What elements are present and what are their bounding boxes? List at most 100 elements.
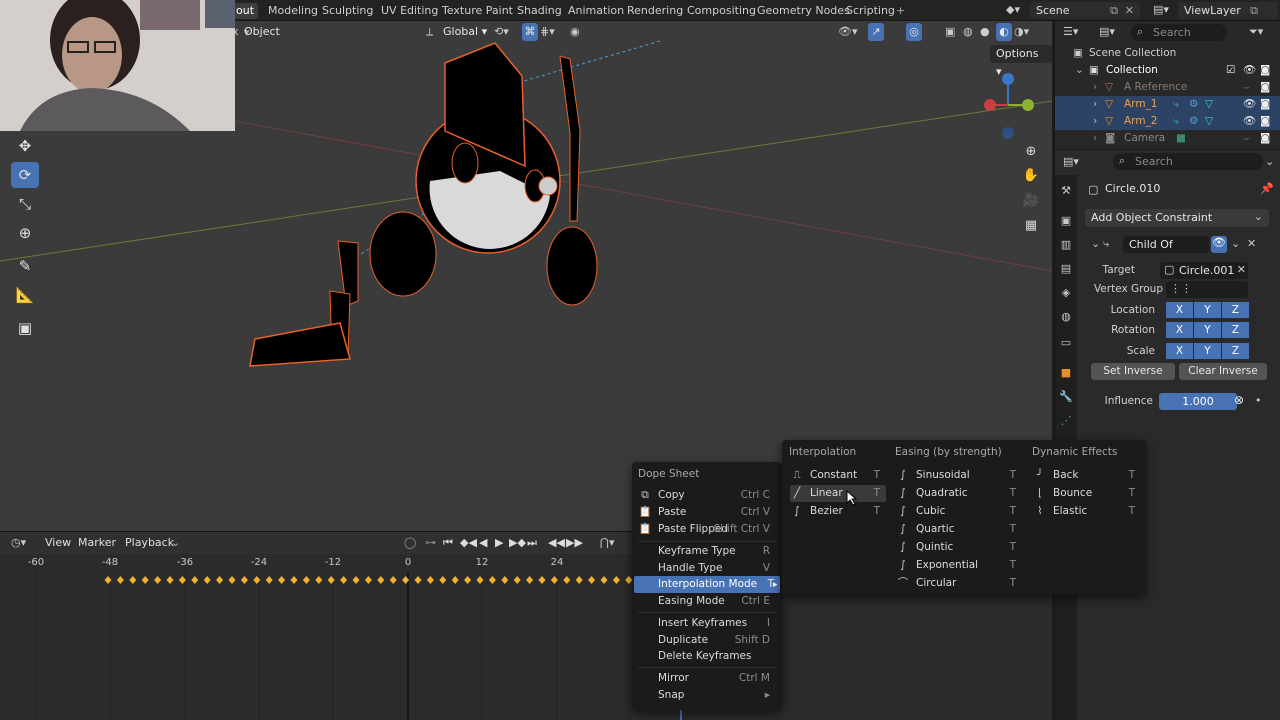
outliner-search[interactable]: ⌕ Search — [1131, 24, 1227, 41]
keyframe-diamond[interactable] — [352, 576, 360, 584]
location-x-toggle[interactable]: X — [1166, 302, 1193, 318]
wireframe-shading-icon[interactable]: ◍ — [963, 23, 973, 41]
close-icon[interactable]: ✕ — [1125, 2, 1134, 19]
camera-icon[interactable]: ◙ — [1260, 130, 1270, 147]
keyframe-diamond[interactable] — [464, 576, 472, 584]
menu-item-handle-type[interactable]: Handle Type V — [638, 560, 776, 577]
rendered-shading-icon[interactable]: ◑▾ — [1014, 23, 1029, 41]
keyframe-diamond[interactable] — [265, 576, 273, 584]
collection-tab-icon[interactable]: ▭ — [1058, 335, 1074, 351]
play-icon[interactable]: ▶ — [495, 536, 503, 550]
eye-hidden-icon[interactable]: ⌣ — [1243, 79, 1250, 96]
constraint-name-field[interactable]: Child Of — [1123, 236, 1209, 253]
close-icon[interactable]: ✕ — [1237, 263, 1246, 276]
keyframe-diamond[interactable] — [364, 576, 372, 584]
camera-icon[interactable]: ◙ — [1260, 113, 1270, 130]
outliner-item-arm-2[interactable]: › ▽ Arm_2 ⤷ ⚙ ▽ 👁 ◙ — [1055, 113, 1280, 130]
keyframe-diamond[interactable] — [588, 576, 596, 584]
keyframe-diamond[interactable] — [488, 576, 496, 584]
object-tab-icon[interactable]: ■ — [1058, 365, 1074, 381]
keyframe-diamond[interactable] — [526, 576, 534, 584]
chevron-right-icon[interactable]: › — [1093, 96, 1097, 113]
keyframe-diamond[interactable] — [538, 576, 546, 584]
close-icon[interactable]: ✕ — [1247, 237, 1256, 250]
prev-marker-icon[interactable]: ◀◀ — [548, 536, 565, 550]
menu-item-paste-flipped[interactable]: 📋 Paste Flipped Shift Ctrl V — [638, 521, 776, 538]
menu-item-delete-keyframes[interactable]: Delete Keyframes — [638, 648, 776, 665]
keyframe-diamond[interactable] — [290, 576, 298, 584]
jump-start-icon[interactable]: ⏮ — [443, 536, 453, 550]
eye-icon[interactable]: 👁 — [1243, 113, 1256, 130]
transform-tool-icon[interactable]: ⊕ — [11, 220, 39, 246]
mode-selector[interactable]: Object — [244, 23, 280, 41]
editor-type-icon[interactable]: ▤▾ — [1063, 155, 1079, 168]
camera-icon[interactable]: ◙ — [1260, 96, 1270, 113]
tool-tab-icon[interactable]: ⚒ — [1058, 183, 1074, 199]
scale-tool-icon[interactable]: ⤡ — [11, 191, 39, 217]
menu-item-duplicate[interactable]: Duplicate Shift D — [638, 632, 776, 649]
keyframe-diamond[interactable] — [278, 576, 286, 584]
menu-view[interactable]: View — [45, 536, 71, 550]
scene-tab-icon[interactable]: ◈ — [1058, 285, 1074, 301]
target-field[interactable]: ▢ Circle.001 ✕ — [1160, 262, 1248, 279]
menu-item-copy[interactable]: ⧉ Copy Ctrl C — [638, 487, 776, 504]
camera-view-icon[interactable]: 🎥 — [1019, 189, 1043, 213]
render-tab-icon[interactable]: ▣ — [1058, 213, 1074, 229]
world-tab-icon[interactable]: ◍ — [1058, 309, 1074, 325]
camera-icon[interactable]: ◙ — [1260, 79, 1270, 96]
eye-hidden-icon[interactable]: ⌣ — [1243, 130, 1250, 147]
keyframe-diamond[interactable] — [426, 576, 434, 584]
tab-geometry-nodes[interactable]: Geometry Nodes — [757, 3, 850, 19]
influence-slider[interactable]: 1.000 — [1159, 393, 1237, 410]
keyframe-diamond[interactable] — [191, 576, 199, 584]
dyn-bounce[interactable]: ⌊ Bounce T — [1033, 485, 1141, 502]
xray-icon[interactable]: ▣ — [945, 23, 955, 41]
vertex-group-field[interactable]: ⋮⋮ — [1166, 281, 1248, 298]
visibility-icon[interactable]: 👁▾ — [838, 23, 858, 41]
output-tab-icon[interactable]: ▥ — [1058, 237, 1074, 253]
material-shading-icon[interactable]: ◐ — [996, 23, 1012, 41]
keyframe-diamond[interactable] — [166, 576, 174, 584]
keyframe-diamond[interactable] — [377, 576, 385, 584]
menu-item-keyframe-type[interactable]: Keyframe Type R — [638, 543, 776, 560]
keyframe-diamond[interactable] — [439, 576, 447, 584]
snap-target-icon[interactable]: ⋕▾ — [540, 23, 555, 41]
keyframe-diamond[interactable] — [327, 576, 335, 584]
keyframe-diamond[interactable] — [501, 576, 509, 584]
grid-view-icon[interactable]: ▦ — [1019, 214, 1043, 238]
keyframe-diamond[interactable] — [600, 576, 608, 584]
zoom-icon[interactable]: ⊕ — [1019, 140, 1043, 164]
overlay-toggle-icon[interactable]: ◎ — [906, 23, 922, 41]
clear-inverse-button[interactable]: Clear Inverse — [1179, 363, 1267, 380]
ease-exponential[interactable]: ∫ Exponential T — [896, 557, 1022, 574]
auto-key-icon[interactable]: ◯ — [404, 536, 416, 550]
menu-marker[interactable]: Marker — [78, 536, 116, 550]
tab-compositing[interactable]: Compositing — [687, 3, 756, 19]
tab-uv-editing[interactable]: UV Editing — [381, 3, 438, 19]
interp-bezier[interactable]: ∫ Bezier T — [790, 503, 886, 520]
menu-item-insert-keyframes[interactable]: Insert Keyframes I — [638, 615, 776, 632]
outliner-item-camera[interactable]: › ◙ Camera ■ ⌣ ◙ — [1055, 130, 1280, 147]
keyframe-diamond[interactable] — [612, 576, 620, 584]
tab-texture-paint[interactable]: Texture Paint — [442, 3, 513, 19]
eye-icon[interactable]: 👁 — [1211, 236, 1227, 253]
ease-circular[interactable]: ⌒ Circular T — [896, 575, 1022, 592]
keyframe-diamond[interactable] — [154, 576, 162, 584]
keyframe-diamond[interactable] — [513, 576, 521, 584]
dyn-elastic[interactable]: ⌇ Elastic T — [1033, 503, 1141, 520]
tab-layout[interactable]: out — [232, 3, 259, 19]
menu-item-easing-mode[interactable]: Easing Mode Ctrl E — [638, 593, 776, 610]
chevron-right-icon[interactable]: › — [1093, 130, 1097, 147]
tab-rendering[interactable]: Rendering — [627, 3, 683, 19]
display-mode-icon[interactable]: ▤▾ — [1099, 25, 1115, 38]
animate-property-icon[interactable]: ⊗ — [1234, 393, 1244, 407]
tab-shading[interactable]: Shading — [517, 3, 562, 19]
chevron-down-icon[interactable]: ⌄ — [1265, 155, 1274, 168]
measure-tool-icon[interactable]: 📐 — [11, 282, 39, 308]
clock-icon[interactable]: ◷▾ — [11, 536, 26, 550]
chevron-right-icon[interactable]: › — [1093, 113, 1097, 130]
checkbox-icon[interactable]: ☑ — [1226, 62, 1235, 79]
rotation-z-toggle[interactable]: Z — [1222, 322, 1249, 338]
scene-collection-row[interactable]: ▣ Scene Collection — [1055, 45, 1280, 62]
new-scene-icon[interactable]: ⧉ — [1110, 2, 1118, 19]
